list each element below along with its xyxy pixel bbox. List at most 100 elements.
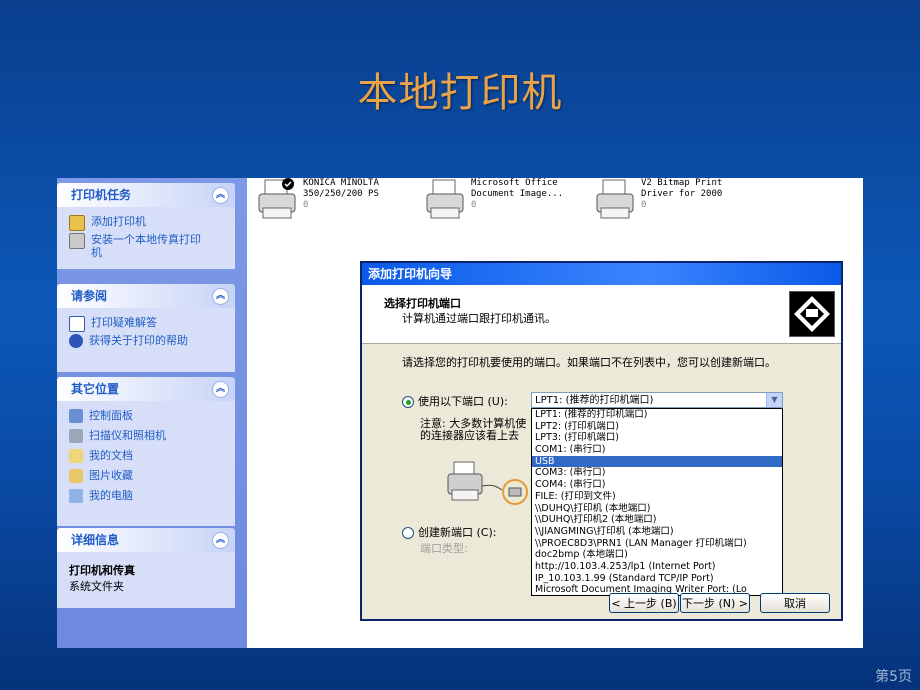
create-port-label: 创建新端口 (C): — [418, 526, 497, 539]
use-port-label: 使用以下端口 (U): — [418, 395, 508, 408]
printer-wizard-icon — [789, 291, 835, 337]
task-label: 添加打印机 — [91, 215, 146, 228]
printer-tasks-header[interactable]: 打印机任务 ︽ — [57, 183, 235, 207]
printer-item[interactable]: V2 Bitmap Print Driver for 2000 0 — [595, 178, 722, 222]
port-option[interactable]: \\DUHQ\打印机 (本地端口) — [532, 503, 782, 515]
port-option[interactable]: LPT2: (打印机端口) — [532, 421, 782, 433]
printer-name-line2: 350/250/200 PS — [303, 189, 379, 199]
wizard-header-title: 选择打印机端口 — [384, 297, 461, 310]
printer-queue-count: 0 — [471, 200, 477, 210]
cancel-button[interactable]: 取消 — [760, 593, 830, 613]
computer-icon — [69, 489, 83, 503]
task-label: 打印疑难解答 — [91, 316, 157, 329]
wizard-header-subtitle: 计算机通过端口跟打印机通讯。 — [402, 312, 556, 325]
port-select[interactable]: LPT1: (推荐的打印机端口) ▼ — [531, 392, 783, 408]
printer-name-line1: V2 Bitmap Print — [641, 178, 723, 188]
printer-tasks-title: 打印机任务 — [71, 188, 132, 202]
help-icon — [69, 316, 85, 332]
create-port-radio[interactable] — [402, 527, 414, 539]
port-option[interactable]: \\DUHQ\打印机2 (本地端口) — [532, 514, 782, 526]
place-label: 控制面板 — [89, 409, 133, 422]
printer-icon — [595, 178, 637, 222]
port-option[interactable]: FILE: (打印到文件) — [532, 491, 782, 503]
page-number: 第5页 — [875, 669, 912, 685]
chevron-down-icon[interactable]: ▼ — [766, 393, 782, 407]
see-also-header[interactable]: 请参阅 ︽ — [57, 284, 235, 308]
details-header[interactable]: 详细信息 ︽ — [57, 528, 235, 552]
pictures-folder-icon — [69, 469, 83, 483]
place-label: 图片收藏 — [89, 469, 133, 482]
folder-icon — [69, 449, 83, 463]
task-label: 获得关于打印的帮助 — [89, 334, 188, 347]
port-option[interactable]: LPT3: (打印机端口) — [532, 432, 782, 444]
collapse-icon[interactable]: ︽ — [212, 381, 229, 398]
port-option[interactable]: http://10.103.4.253/lp1 (Internet Port) — [532, 561, 782, 573]
help-circle-icon — [69, 334, 83, 348]
place-my-computer[interactable]: 我的电脑 — [69, 489, 227, 503]
port-option[interactable]: \\PROEC8D3\PRN1 (LAN Manager 打印机端口) — [532, 538, 782, 550]
port-option[interactable]: LPT1: (推荐的打印机端口) — [532, 409, 782, 421]
details-panel: 详细信息 ︽ 打印机和传真 系统文件夹 — [57, 528, 235, 608]
printer-icon — [425, 178, 467, 222]
port-option-selected[interactable]: USB — [532, 455, 782, 468]
place-label: 扫描仪和照相机 — [89, 429, 166, 442]
use-port-option[interactable]: 使用以下端口 (U): — [402, 393, 508, 409]
place-label: 我的电脑 — [89, 489, 133, 502]
port-note: 注意: 大多数计算机使 的连接器应该看上去 — [420, 418, 526, 442]
port-dropdown-list[interactable]: LPT1: (推荐的打印机端口) LPT2: (打印机端口) LPT3: (打印… — [531, 408, 783, 596]
task-label: 安装一个本地传真打印机 — [91, 233, 201, 259]
printer-tasks-panel: 打印机任务 ︽ 添加打印机 安装一个本地传真打印机 — [57, 183, 235, 269]
next-button[interactable]: 下一步 (N) > — [680, 593, 750, 613]
add-printer-wizard: 添加打印机向导 选择打印机端口 计算机通过端口跟打印机通讯。 请选择您的打印机要… — [360, 261, 843, 621]
place-scanners[interactable]: 扫描仪和照相机 — [69, 429, 227, 443]
wizard-instruction: 请选择您的打印机要使用的端口。如果端口不在列表中，您可以创建新端口。 — [402, 356, 776, 369]
back-button[interactable]: < 上一步 (B) — [609, 593, 679, 613]
port-option[interactable]: COM3: (串行口) — [532, 467, 782, 479]
fax-icon — [69, 233, 85, 249]
printer-icon — [257, 178, 299, 222]
port-select-value: LPT1: (推荐的打印机端口) — [535, 395, 654, 406]
printer-item[interactable]: Microsoft Office Document Image... 0 — [425, 178, 563, 222]
place-control-panel[interactable]: 控制面板 — [69, 409, 227, 423]
use-port-radio[interactable] — [402, 396, 414, 408]
control-panel-icon — [69, 409, 83, 423]
place-my-documents[interactable]: 我的文档 — [69, 449, 227, 463]
printer-name-line1: Microsoft Office — [471, 178, 558, 188]
create-port-option[interactable]: 创建新端口 (C): — [402, 524, 496, 540]
port-option[interactable]: COM1: (串行口) — [532, 444, 782, 456]
task-get-help[interactable]: 获得关于打印的帮助 — [69, 334, 227, 348]
place-my-pictures[interactable]: 图片收藏 — [69, 469, 227, 483]
port-type-label: 端口类型: — [420, 542, 468, 555]
details-type: 系统文件夹 — [69, 580, 124, 593]
printer-item[interactable]: KONICA MINOLTA 350/250/200 PS 0 — [257, 178, 379, 222]
slide-title: 本地打印机 — [357, 70, 563, 116]
task-pane: 打印机任务 ︽ 添加打印机 安装一个本地传真打印机 请参阅 ︽ 打印疑难解答 获… — [57, 178, 247, 648]
port-option[interactable]: IP_10.103.1.99 (Standard TCP/IP Port) — [532, 573, 782, 585]
collapse-icon[interactable]: ︽ — [212, 288, 229, 305]
see-also-title: 请参阅 — [71, 289, 108, 303]
collapse-icon[interactable]: ︽ — [212, 187, 229, 204]
task-add-printer[interactable]: 添加打印机 — [69, 215, 227, 231]
port-option[interactable]: doc2bmp (本地端口) — [532, 549, 782, 561]
other-places-title: 其它位置 — [71, 382, 120, 396]
port-option[interactable]: \\JIANGMING\打印机 (本地端口) — [532, 526, 782, 538]
wizard-header: 选择打印机端口 计算机通过端口跟打印机通讯。 — [362, 285, 841, 344]
wizard-titlebar[interactable]: 添加打印机向导 — [362, 263, 841, 285]
scanner-icon — [69, 429, 83, 443]
place-label: 我的文档 — [89, 449, 133, 462]
printer-name-line1: KONICA MINOLTA — [303, 178, 379, 188]
task-install-fax[interactable]: 安装一个本地传真打印机 — [69, 233, 227, 259]
details-name: 打印机和传真 — [69, 564, 135, 577]
printer-queue-count: 0 — [641, 200, 647, 210]
printer-name-line2: Document Image... — [471, 189, 564, 199]
details-title: 详细信息 — [71, 533, 120, 547]
add-printer-icon — [69, 215, 85, 231]
collapse-icon[interactable]: ︽ — [212, 532, 229, 549]
port-option[interactable]: COM4: (串行口) — [532, 479, 782, 491]
task-troubleshoot[interactable]: 打印疑难解答 — [69, 316, 227, 332]
other-places-panel: 其它位置 ︽ 控制面板 扫描仪和照相机 我的文档 图片收藏 我的电脑 — [57, 377, 235, 526]
other-places-header[interactable]: 其它位置 ︽ — [57, 377, 235, 401]
port-note-line: 的连接器应该看上去 — [420, 429, 519, 442]
printer-connector-illustration — [444, 456, 534, 516]
see-also-panel: 请参阅 ︽ 打印疑难解答 获得关于打印的帮助 — [57, 284, 235, 372]
